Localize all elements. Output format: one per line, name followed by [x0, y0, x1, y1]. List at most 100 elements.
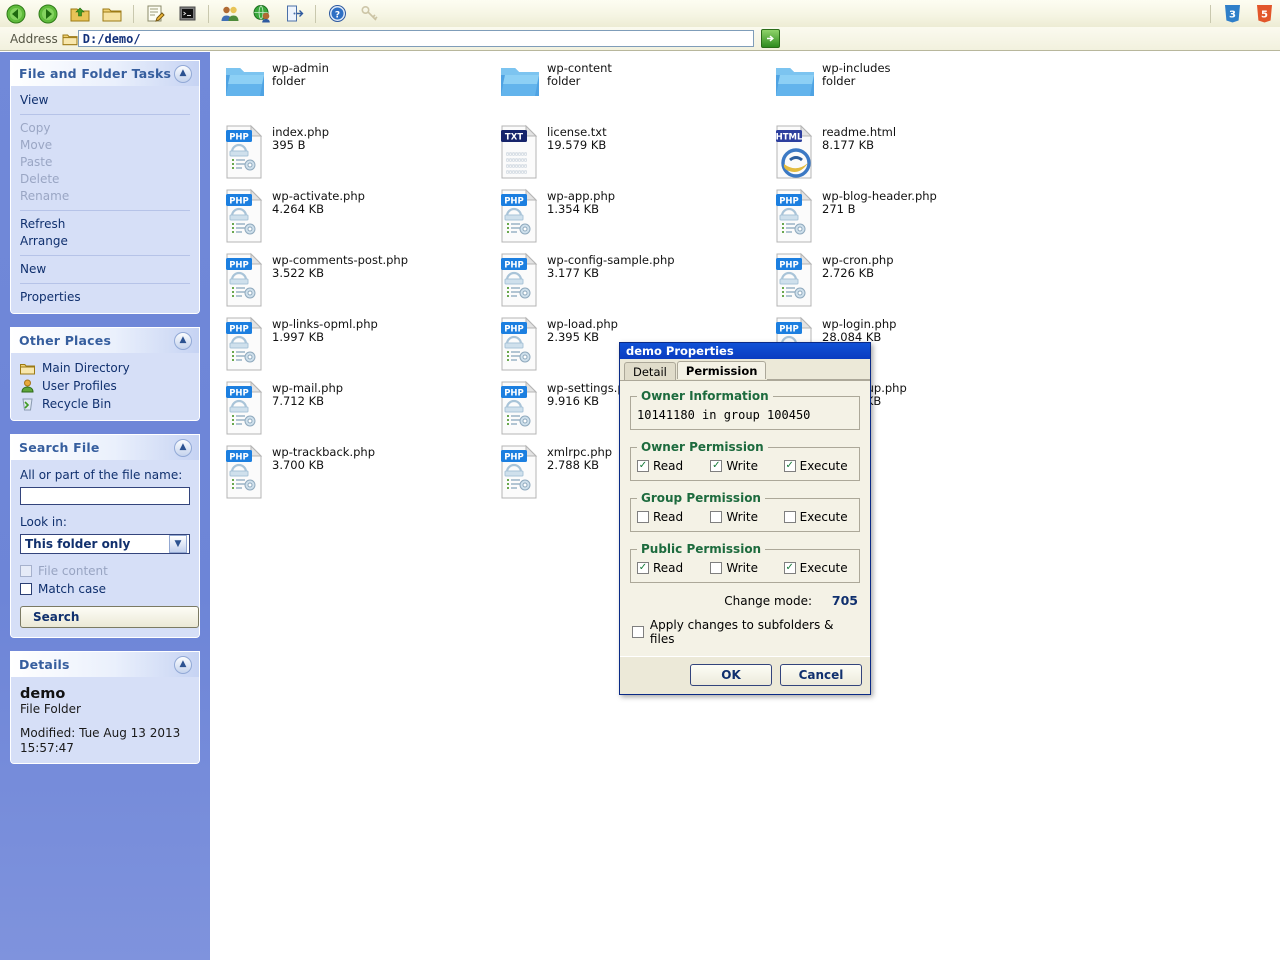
public-read-cell[interactable]: ✓ Read [637, 561, 706, 575]
svg-text:PHP: PHP [504, 389, 524, 399]
cancel-button[interactable]: Cancel [780, 664, 862, 686]
owner-read-checkbox[interactable]: ✓ [637, 460, 649, 472]
owner-execute-checkbox[interactable]: ✓ [784, 460, 796, 472]
panel-header[interactable]: Other Places ▲ [11, 328, 199, 353]
file-size: 1.997 KB [272, 331, 378, 344]
owner-write-label: Write [726, 459, 758, 473]
match-case-checkbox[interactable] [20, 583, 32, 595]
public-write-checkbox[interactable] [710, 562, 722, 574]
svg-text:?: ? [334, 10, 339, 20]
file-item[interactable]: HTMLreadme.html8.177 KB [768, 122, 1043, 186]
file-meta: wp-cron.php2.726 KB [822, 250, 894, 280]
file-item[interactable]: PHPindex.php395 B [218, 122, 493, 186]
public-write-cell[interactable]: Write [710, 561, 779, 575]
html5-badge-icon[interactable]: 5 [1250, 1, 1278, 27]
keys-button[interactable] [355, 1, 383, 27]
tab-permission[interactable]: Permission [677, 361, 767, 379]
file-item[interactable]: PHPwp-links-opml.php1.997 KB [218, 314, 493, 378]
owner-read-cell[interactable]: ✓ Read [637, 459, 706, 473]
folder-icon [493, 58, 547, 100]
group-read-checkbox[interactable] [637, 511, 649, 523]
chevron-up-icon[interactable]: ▲ [174, 332, 192, 350]
css3-badge-icon[interactable]: 3 [1218, 1, 1246, 27]
group-execute-checkbox[interactable] [784, 511, 796, 523]
file-item[interactable]: PHPwp-mail.php7.712 KB [218, 378, 493, 442]
group-execute-cell[interactable]: Execute [784, 510, 853, 524]
chevron-down-icon[interactable]: ▼ [169, 535, 187, 553]
panel-header[interactable]: Search File ▲ [11, 435, 199, 460]
task-arrange[interactable]: Arrange [11, 233, 199, 250]
file-size: 271 B [822, 203, 937, 216]
panel-header[interactable]: File and Folder Tasks ▲ [11, 61, 199, 86]
php-file-icon: PHP [493, 250, 547, 308]
public-execute-cell[interactable]: ✓ Execute [784, 561, 853, 575]
tab-detail[interactable]: Detail [624, 362, 676, 380]
file-item[interactable]: wp-adminfolder [218, 58, 493, 122]
task-view[interactable]: View [11, 92, 199, 109]
file-item[interactable]: PHPwp-activate.php4.264 KB [218, 186, 493, 250]
globe-user-button[interactable] [248, 1, 276, 27]
file-item[interactable]: PHPwp-app.php1.354 KB [493, 186, 768, 250]
back-button[interactable] [2, 1, 30, 27]
dialog-tabs: Detail Permission [620, 359, 870, 381]
owner-write-checkbox[interactable]: ✓ [710, 460, 722, 472]
file-size: 2.726 KB [822, 267, 894, 280]
place-user-profiles[interactable]: User Profiles [11, 377, 199, 395]
match-case-row[interactable]: Match case [11, 580, 199, 598]
file-icon: 0000000000000000000000000000TXT [498, 124, 542, 180]
file-item[interactable]: PHPwp-comments-post.php3.522 KB [218, 250, 493, 314]
search-input[interactable] [20, 487, 190, 505]
folder-up-button[interactable] [66, 1, 94, 27]
task-new[interactable]: New [11, 261, 199, 278]
users-button[interactable] [216, 1, 244, 27]
notepad-button[interactable] [141, 1, 169, 27]
public-read-checkbox[interactable]: ✓ [637, 562, 649, 574]
panel-header[interactable]: Details ▲ [11, 652, 199, 677]
group-permission-legend: Group Permission [637, 491, 765, 505]
file-item[interactable]: PHPwp-blog-header.php271 B [768, 186, 1043, 250]
help-button[interactable]: ? [323, 1, 351, 27]
task-properties[interactable]: Properties [11, 289, 199, 306]
apply-subfolders-checkbox[interactable] [632, 626, 644, 638]
svg-text:PHP: PHP [229, 325, 249, 335]
group-read-cell[interactable]: Read [637, 510, 706, 524]
look-in-select[interactable]: This folder only ▼ [20, 534, 190, 554]
file-item[interactable]: wp-contentfolder [493, 58, 768, 122]
folder-icon [218, 58, 272, 100]
chevron-up-icon[interactable]: ▲ [174, 65, 192, 83]
owner-write-cell[interactable]: ✓ Write [710, 459, 779, 473]
file-item[interactable]: 0000000000000000000000000000TXTlicense.t… [493, 122, 768, 186]
search-button[interactable]: Search [20, 606, 199, 628]
file-item[interactable]: PHPwp-config-sample.php3.177 KB [493, 250, 768, 314]
group-write-cell[interactable]: Write [710, 510, 779, 524]
logout-button[interactable] [280, 1, 308, 27]
file-item[interactable]: wp-includesfolder [768, 58, 1043, 122]
forward-button[interactable] [34, 1, 62, 27]
file-icon: PHP [223, 252, 267, 308]
folder-button[interactable] [98, 1, 126, 27]
place-label: Main Directory [42, 361, 130, 375]
look-in-label: Look in: [11, 513, 199, 532]
task-delete: Delete [11, 171, 199, 188]
properties-dialog: demo Properties Detail Permission Owner … [619, 342, 871, 695]
group-write-checkbox[interactable] [710, 511, 722, 523]
address-input[interactable] [78, 30, 754, 47]
place-recycle-bin[interactable]: Recycle Bin [11, 395, 199, 413]
task-refresh[interactable]: Refresh [11, 216, 199, 233]
owner-permission-row: ✓ Read ✓ Write ✓ Execute [637, 459, 853, 473]
task-copy: Copy [11, 120, 199, 137]
chevron-up-icon[interactable]: ▲ [174, 656, 192, 674]
public-execute-checkbox[interactable]: ✓ [784, 562, 796, 574]
terminal-button[interactable] [173, 1, 201, 27]
svg-text:PHP: PHP [229, 197, 249, 207]
owner-execute-cell[interactable]: ✓ Execute [784, 459, 853, 473]
apply-subfolders-row[interactable]: Apply changes to subfolders & files [630, 616, 860, 650]
go-button[interactable] [761, 29, 780, 48]
file-meta: wp-includesfolder [822, 58, 891, 88]
search-name-label: All or part of the file name: [11, 466, 199, 485]
place-main-directory[interactable]: Main Directory [11, 359, 199, 377]
file-item[interactable]: PHPwp-cron.php2.726 KB [768, 250, 1043, 314]
chevron-up-icon[interactable]: ▲ [174, 439, 192, 457]
ok-button[interactable]: OK [690, 664, 772, 686]
file-item[interactable]: PHPwp-trackback.php3.700 KB [218, 442, 493, 506]
